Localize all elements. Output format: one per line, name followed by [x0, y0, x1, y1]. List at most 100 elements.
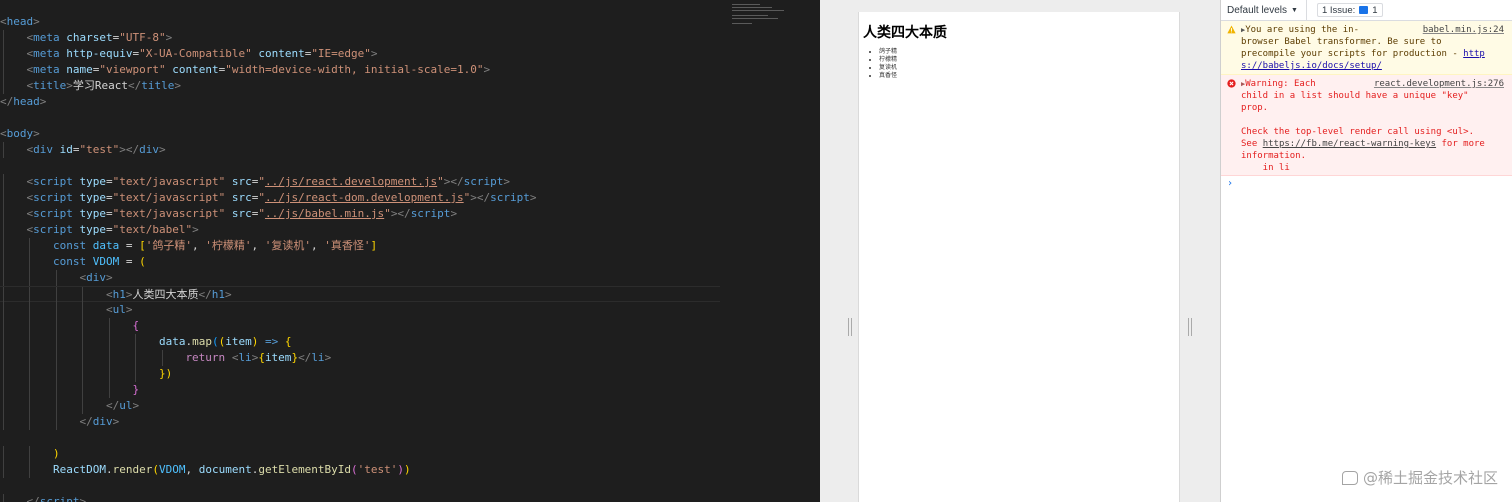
- code-line[interactable]: [0, 478, 720, 494]
- indent-guide: [3, 270, 4, 286]
- code-line[interactable]: <title>学习React</title>: [0, 78, 720, 94]
- error-icon: [1227, 79, 1236, 88]
- list-item: 鸽子精: [879, 48, 1179, 56]
- indent-guide: [29, 238, 31, 254]
- indent-guide: [3, 334, 4, 350]
- indent-guide: [108, 350, 110, 366]
- chevron-down-icon: ▼: [1291, 6, 1298, 14]
- code-line[interactable]: </div>: [0, 414, 720, 430]
- indent-guide: [29, 270, 31, 286]
- indent-guide: [135, 366, 137, 382]
- code-line[interactable]: <div id="test"></div>: [0, 142, 720, 158]
- left-resize-handle[interactable]: [848, 318, 852, 336]
- indent-guide: [29, 414, 31, 430]
- log-levels-dropdown[interactable]: Default levels ▼: [1227, 0, 1307, 21]
- code-line[interactable]: }): [0, 366, 720, 382]
- code-line[interactable]: <meta charset="UTF-8">: [0, 30, 720, 46]
- code-line[interactable]: <h1>人类四大本质</h1>: [0, 286, 720, 303]
- page-heading: 人类四大本质: [863, 25, 947, 41]
- indent-guide: [108, 318, 110, 334]
- code-editor[interactable]: <head> <meta charset="UTF-8"> <meta http…: [0, 0, 820, 502]
- indent-guide: [29, 302, 31, 318]
- issues-count: 1: [1372, 4, 1378, 16]
- code-line[interactable]: <script type="text/javascript" src="../j…: [0, 174, 720, 190]
- indent-guide: [108, 366, 110, 382]
- code-area[interactable]: <head> <meta charset="UTF-8"> <meta http…: [0, 14, 720, 502]
- indent-guide: [3, 254, 4, 270]
- console-error[interactable]: react.development.js:276 ▶Warning: Each …: [1221, 75, 1512, 176]
- code-line[interactable]: </head>: [0, 94, 720, 110]
- indent-guide: [55, 334, 57, 350]
- indent-guide: [3, 302, 4, 318]
- code-line[interactable]: <body>: [0, 126, 720, 142]
- indent-guide: [82, 318, 84, 334]
- indent-guide: [55, 414, 57, 430]
- indent-guide: [161, 350, 163, 366]
- code-line[interactable]: const VDOM = (: [0, 254, 720, 270]
- code-line[interactable]: <div>: [0, 270, 720, 286]
- indent-guide: [3, 62, 4, 78]
- warning-icon: [1227, 25, 1236, 34]
- code-line[interactable]: </ul>: [0, 398, 720, 414]
- issues-button[interactable]: 1 Issue: 1: [1316, 3, 1383, 17]
- indent-guide: [29, 254, 31, 270]
- list-item: 真香怪: [879, 72, 1179, 80]
- react-keys-link[interactable]: https://fb.me/react-warning-keys: [1263, 139, 1436, 149]
- indent-guide: [3, 46, 4, 62]
- issues-label: 1 Issue:: [1321, 4, 1356, 16]
- indent-guide: [29, 446, 31, 462]
- code-line[interactable]: [0, 110, 720, 126]
- indent-guide: [3, 462, 4, 478]
- code-line[interactable]: <ul>: [0, 302, 720, 318]
- indent-guide: [3, 174, 4, 190]
- indent-guide: [55, 350, 57, 366]
- code-line[interactable]: <meta name="viewport" content="width=dev…: [0, 62, 720, 78]
- code-line[interactable]: [0, 158, 720, 174]
- devtools-console: Default levels ▼ 1 Issue: 1 babel.min.js…: [1220, 0, 1512, 502]
- warning-source-link[interactable]: babel.min.js:24: [1423, 24, 1504, 36]
- code-line[interactable]: [0, 430, 720, 446]
- code-line[interactable]: }: [0, 382, 720, 398]
- indent-guide: [55, 318, 57, 334]
- right-resize-handle[interactable]: [1188, 318, 1192, 336]
- indent-guide: [29, 350, 31, 366]
- indent-guide: [3, 142, 4, 158]
- indent-guide: [108, 382, 110, 398]
- code-line[interactable]: <script type="text/javascript" src="../j…: [0, 190, 720, 206]
- code-line[interactable]: ): [0, 446, 720, 462]
- indent-guide: [55, 270, 57, 286]
- indent-guide: [55, 382, 57, 398]
- watermark-text: @稀土掘金技术社区: [1362, 469, 1498, 487]
- chat-bubble-icon: [1341, 470, 1358, 485]
- code-line[interactable]: const data = ['鸽子精', '柠檬精', '复读机', '真香怪'…: [0, 238, 720, 254]
- code-line[interactable]: </script>: [0, 494, 720, 502]
- indent-guide: [55, 302, 57, 318]
- indent-guide: [29, 334, 31, 350]
- indent-guide: [82, 382, 84, 398]
- code-line[interactable]: ReactDOM.render(VDOM, document.getElemen…: [0, 462, 720, 478]
- issue-icon: [1359, 6, 1369, 14]
- code-line[interactable]: <script type="text/javascript" src="../j…: [0, 206, 720, 222]
- code-line[interactable]: <meta http-equiv="X-UA-Compatible" conte…: [0, 46, 720, 62]
- code-line[interactable]: <script type="text/babel">: [0, 222, 720, 238]
- console-prompt[interactable]: ›: [1221, 176, 1512, 191]
- error-source-link[interactable]: react.development.js:276: [1374, 78, 1504, 90]
- code-line[interactable]: <head>: [0, 14, 720, 30]
- indent-guide: [82, 287, 84, 303]
- indent-guide: [3, 414, 4, 430]
- indent-guide: [3, 366, 4, 382]
- indent-guide: [135, 334, 137, 350]
- indent-guide: [82, 366, 84, 382]
- indent-guide: [3, 398, 4, 414]
- code-line[interactable]: return <li>{item}</li>: [0, 350, 720, 366]
- indent-guide: [82, 398, 84, 414]
- indent-guide: [29, 398, 31, 414]
- code-line[interactable]: {: [0, 318, 720, 334]
- minimap[interactable]: [728, 2, 808, 32]
- console-warning[interactable]: babel.min.js:24 ▶You are using the in- b…: [1221, 21, 1512, 75]
- indent-guide: [3, 446, 4, 462]
- indent-guide: [135, 350, 137, 366]
- watermark: @稀土掘金技术社区: [1341, 467, 1498, 488]
- code-line[interactable]: data.map((item) => {: [0, 334, 720, 350]
- indent-guide: [3, 238, 4, 254]
